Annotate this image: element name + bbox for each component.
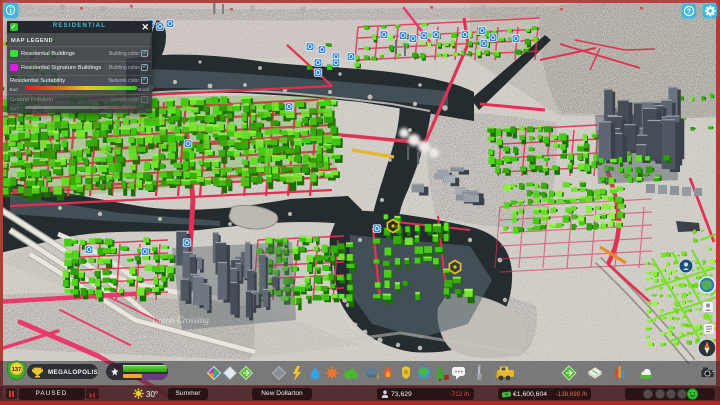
svg-text:?: ? — [687, 9, 691, 16]
svg-text:137: 137 — [12, 367, 21, 373]
svg-text:Union Crossing: Union Crossing — [152, 315, 209, 325]
